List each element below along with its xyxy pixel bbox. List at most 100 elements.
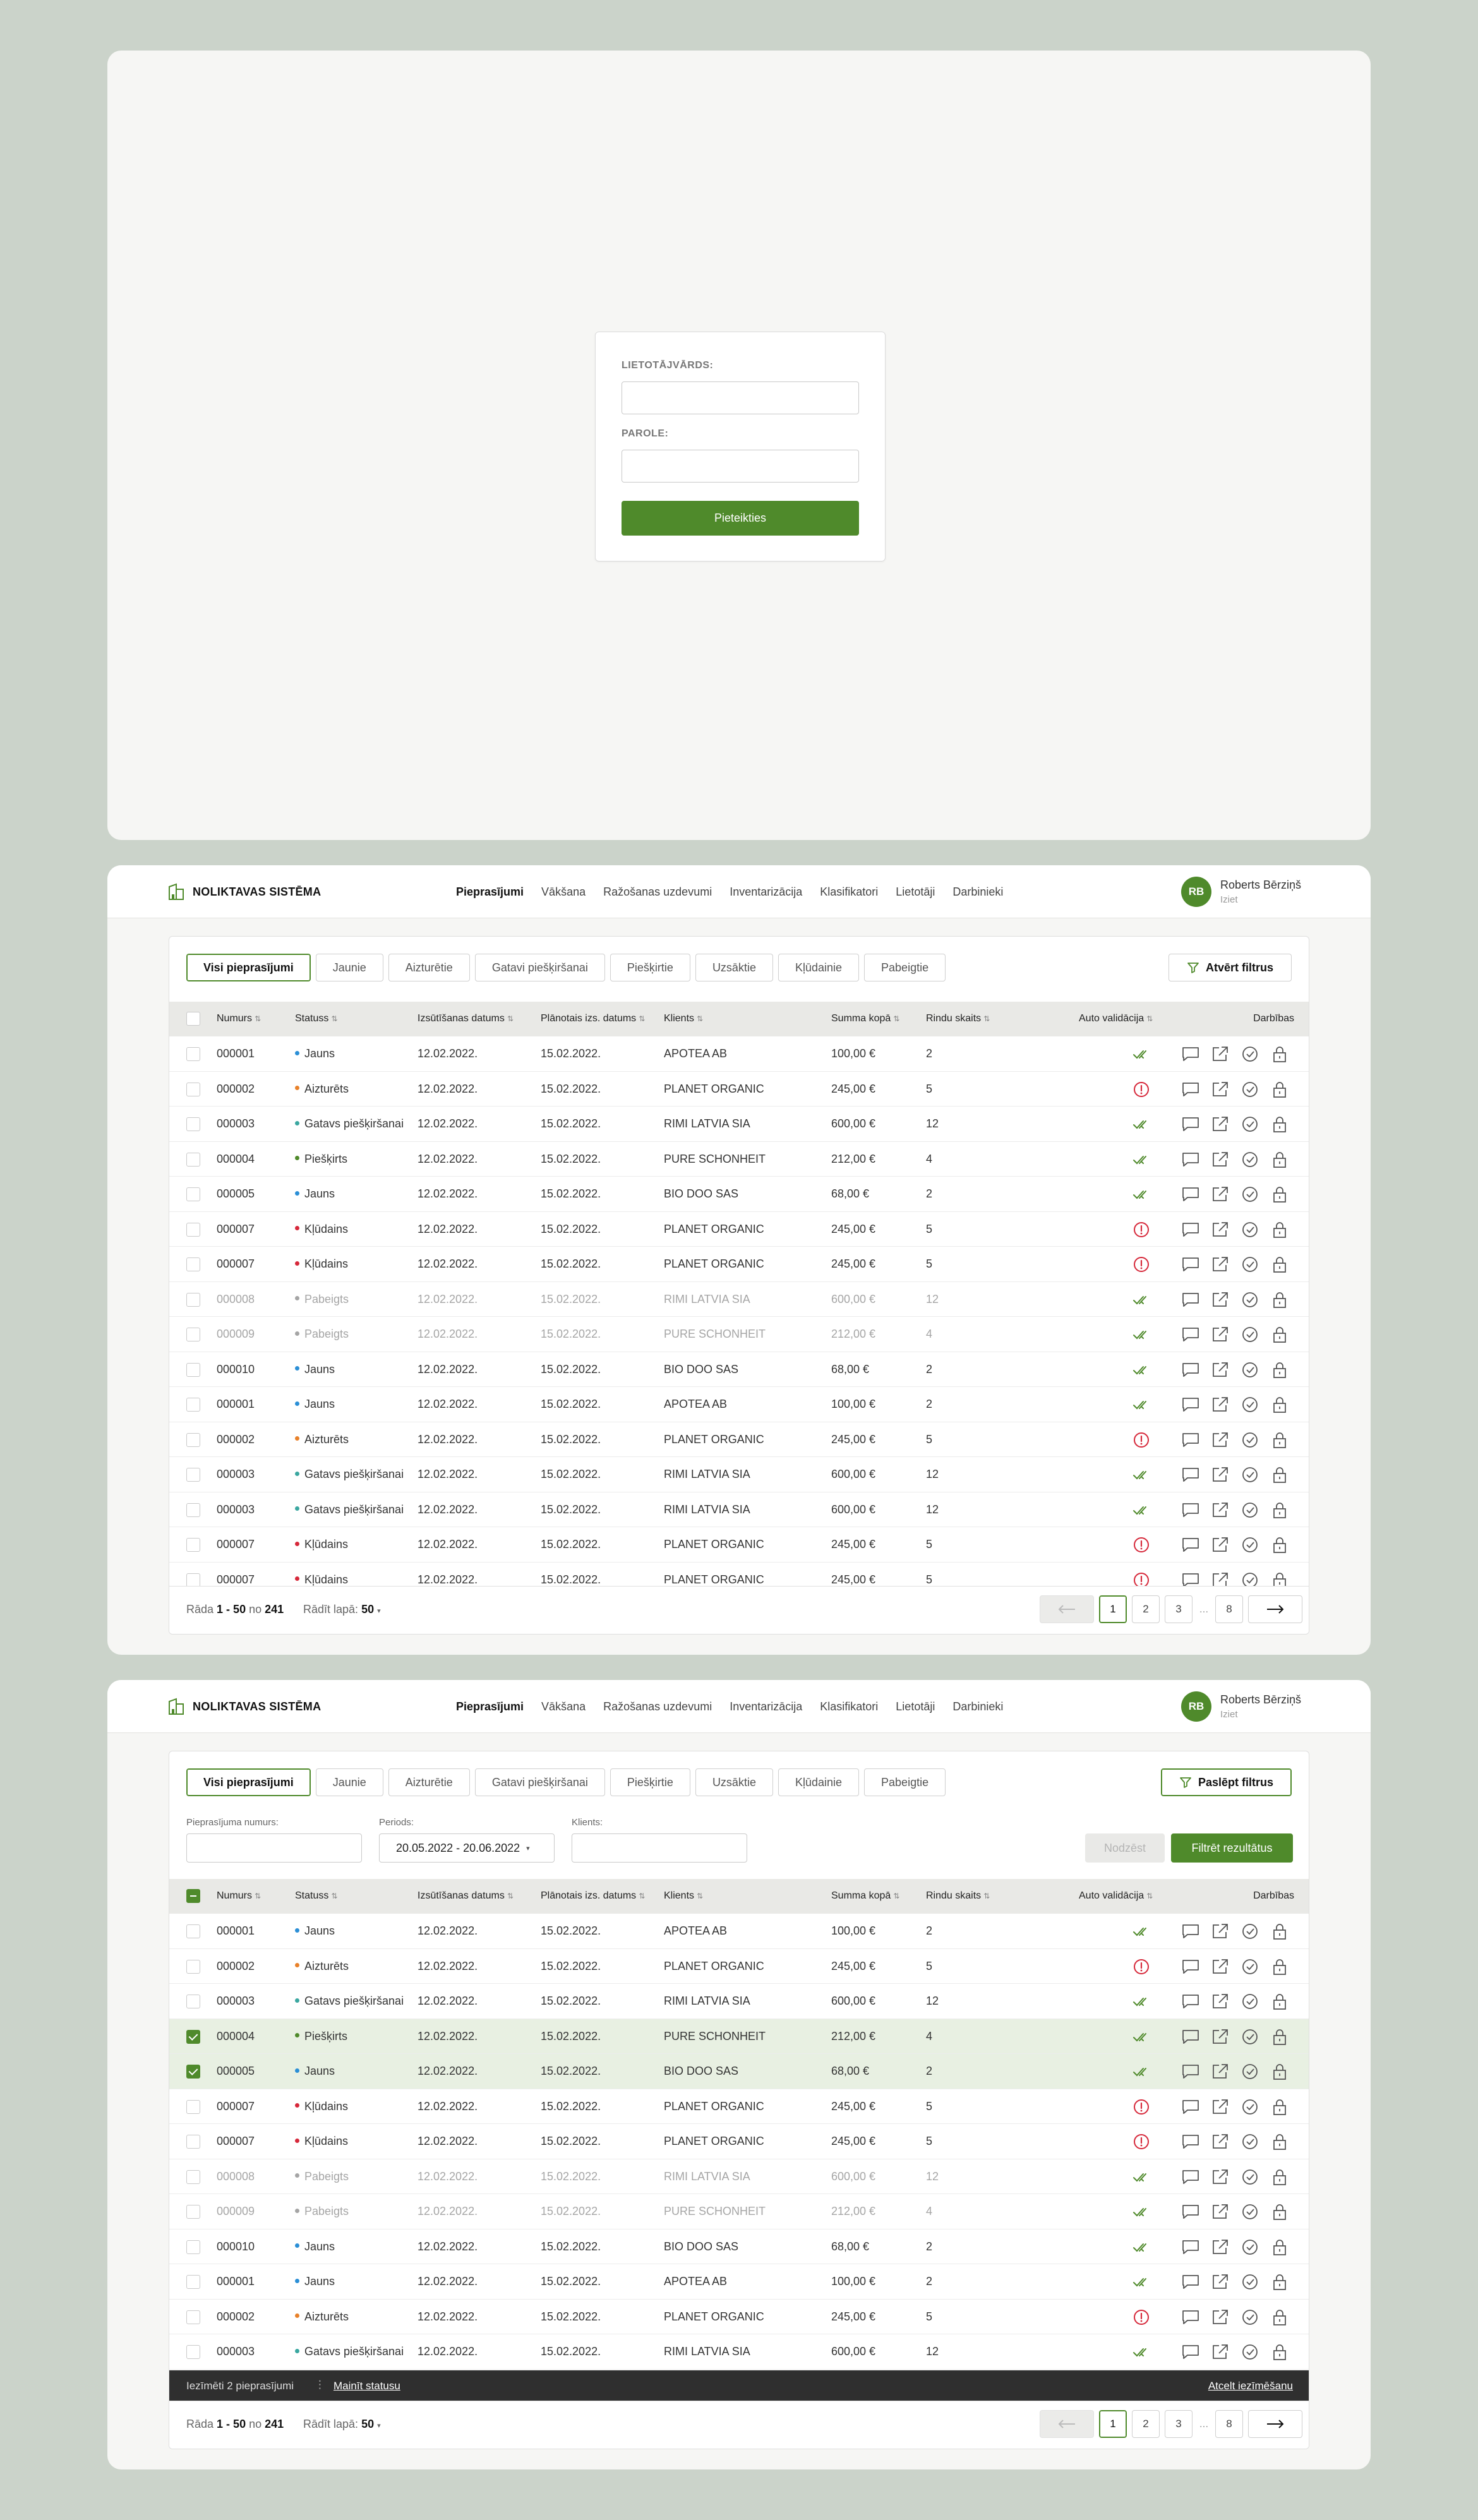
tab-kludainie[interactable]: Kļūdainie: [778, 954, 860, 981]
check-circle-icon[interactable]: [1241, 1151, 1259, 1168]
lock-icon[interactable]: [1270, 1923, 1289, 1940]
col-rindu-skaits-header[interactable]: Rindu skaits ⇅: [926, 1013, 990, 1024]
lock-icon[interactable]: [1270, 1185, 1289, 1203]
page-2[interactable]: 2: [1132, 1595, 1160, 1623]
tab-gatavi[interactable]: Gatavi piešķiršanai: [474, 1768, 605, 1796]
external-link-icon[interactable]: [1211, 1361, 1230, 1379]
login-button[interactable]: Pieteikties: [622, 501, 859, 536]
comment-icon[interactable]: [1181, 2028, 1200, 2046]
check-circle-icon[interactable]: [1241, 1185, 1259, 1203]
row-checkbox[interactable]: [186, 2275, 200, 2289]
lock-icon[interactable]: [1270, 2063, 1289, 2080]
comment-icon[interactable]: [1181, 1115, 1200, 1133]
table-row[interactable]: 000002 Aizturēts 12.02.2022. 15.02.2022. PLA…: [169, 2300, 1309, 2334]
tab-visi[interactable]: Visi pieprasījumi: [186, 1768, 311, 1796]
lock-icon[interactable]: [1270, 2273, 1289, 2291]
page-1[interactable]: 1: [1099, 1595, 1127, 1623]
table-row[interactable]: 000002 Aizturēts 12.02.2022. 15.02.2022. PLA…: [169, 1422, 1309, 1457]
external-link-icon[interactable]: [1211, 2168, 1230, 2186]
external-link-icon[interactable]: [1211, 1081, 1230, 1098]
col-planotais-datums-header[interactable]: Plānotais izs. datums ⇅: [541, 1890, 645, 1902]
lock-icon[interactable]: [1270, 1536, 1289, 1554]
open-filters-button[interactable]: Atvērt filtrus: [1168, 954, 1292, 981]
check-circle-icon[interactable]: [1241, 2098, 1259, 2116]
comment-icon[interactable]: [1181, 1431, 1200, 1449]
tab-pieskirtie[interactable]: Piešķirtie: [610, 1768, 690, 1796]
external-link-icon[interactable]: [1211, 1151, 1230, 1168]
table-row[interactable]: 000003 Gatavs piešķiršanai 12.02.2022. 15.0…: [169, 1492, 1309, 1527]
client-filter-input[interactable]: [572, 1833, 747, 1863]
row-checkbox[interactable]: [186, 1082, 200, 1096]
table-row[interactable]: 000007 Kļūdains 12.02.2022. 15.02.2022. PLAN…: [169, 1527, 1309, 1563]
tab-pieskirtie[interactable]: Piešķirtie: [610, 954, 690, 981]
external-link-icon[interactable]: [1211, 1501, 1230, 1519]
page-2[interactable]: 2: [1132, 2410, 1160, 2438]
row-checkbox[interactable]: [186, 1573, 200, 1587]
comment-icon[interactable]: [1181, 1291, 1200, 1309]
lock-icon[interactable]: [1270, 2238, 1289, 2256]
external-link-icon[interactable]: [1211, 1291, 1230, 1309]
check-circle-icon[interactable]: [1241, 1081, 1259, 1098]
lock-icon[interactable]: [1270, 2203, 1289, 2221]
table-row[interactable]: 000004 Piešķirts 12.02.2022. 15.02.2022. PUR…: [169, 2019, 1309, 2054]
lock-icon[interactable]: [1270, 2133, 1289, 2151]
apply-filters-button[interactable]: Filtrēt rezultātus: [1171, 1833, 1293, 1863]
per-page-select[interactable]: Rādīt lapā: 50 ▾: [303, 2418, 381, 2431]
row-checkbox[interactable]: [186, 1959, 200, 1974]
row-checkbox[interactable]: [186, 2240, 200, 2254]
table-row[interactable]: 000003 Gatavs piešķiršanai 12.02.2022. 15.0…: [169, 1107, 1309, 1142]
nav-item-darbinieki[interactable]: Darbinieki: [952, 1700, 1003, 1713]
check-circle-icon[interactable]: [1241, 2308, 1259, 2326]
col-statuss-header[interactable]: Statuss ⇅: [295, 1890, 337, 1902]
check-circle-icon[interactable]: [1241, 1993, 1259, 2010]
row-checkbox[interactable]: [186, 1257, 200, 1271]
avatar[interactable]: RB: [1181, 1691, 1211, 1722]
tab-aizturetie[interactable]: Aizturētie: [388, 954, 470, 981]
check-circle-icon[interactable]: [1241, 1923, 1259, 1940]
table-row[interactable]: 000007 Kļūdains 12.02.2022. 15.02.2022. PLAN…: [169, 2124, 1309, 2159]
lock-icon[interactable]: [1270, 2168, 1289, 2186]
comment-icon[interactable]: [1181, 1923, 1200, 1940]
check-circle-icon[interactable]: [1241, 1501, 1259, 1519]
nav-item-darbinieki[interactable]: Darbinieki: [952, 885, 1003, 899]
check-circle-icon[interactable]: [1241, 1326, 1259, 1343]
page-3[interactable]: 3: [1165, 2410, 1193, 2438]
external-link-icon[interactable]: [1211, 1221, 1230, 1239]
lock-icon[interactable]: [1270, 1045, 1289, 1063]
comment-icon[interactable]: [1181, 1396, 1200, 1413]
row-checkbox[interactable]: [186, 1995, 200, 2008]
check-circle-icon[interactable]: [1241, 2063, 1259, 2080]
external-link-icon[interactable]: [1211, 1396, 1230, 1413]
comment-icon[interactable]: [1181, 1958, 1200, 1976]
comment-icon[interactable]: [1181, 1256, 1200, 1273]
table-row[interactable]: 000001 Jauns 12.02.2022. 15.02.2022. APOTEA …: [169, 1387, 1309, 1422]
col-auto-validacija-header[interactable]: Auto validācija ⇅: [1079, 1013, 1153, 1024]
col-klients-header[interactable]: Klients ⇅: [664, 1013, 703, 1024]
check-circle-icon[interactable]: [1241, 1115, 1259, 1133]
comment-icon[interactable]: [1181, 1536, 1200, 1554]
lock-icon[interactable]: [1270, 1431, 1289, 1449]
row-checkbox[interactable]: [186, 2029, 200, 2044]
nav-item-klasifikatori[interactable]: Klasifikatori: [820, 1700, 878, 1713]
col-auto-validacija-header[interactable]: Auto validācija ⇅: [1079, 1890, 1153, 1902]
external-link-icon[interactable]: [1211, 1958, 1230, 1976]
external-link-icon[interactable]: [1211, 2063, 1230, 2080]
nav-item-vaksana[interactable]: Vākšana: [541, 1700, 586, 1713]
nav-item-razosanas-uzdevumi[interactable]: Ražošanas uzdevumi: [603, 885, 712, 899]
comment-icon[interactable]: [1181, 1221, 1200, 1239]
col-planotais-datums-header[interactable]: Plānotais izs. datums ⇅: [541, 1013, 645, 1024]
cancel-selection-link[interactable]: Atcelt iezīmēšanu: [1208, 2380, 1293, 2392]
nav-item-pieprasijumi[interactable]: Pieprasījumi: [456, 1700, 524, 1713]
page-8[interactable]: 8: [1215, 1595, 1243, 1623]
lock-icon[interactable]: [1270, 1466, 1289, 1484]
check-circle-icon[interactable]: [1241, 1958, 1259, 1976]
col-rindu-skaits-header[interactable]: Rindu skaits ⇅: [926, 1890, 990, 1902]
table-row[interactable]: 000009 Pabeigts 12.02.2022. 15.02.2022. PURE…: [169, 2194, 1309, 2229]
comment-icon[interactable]: [1181, 1045, 1200, 1063]
tab-jaunie[interactable]: Jaunie: [315, 954, 383, 981]
comment-icon[interactable]: [1181, 1081, 1200, 1098]
table-row[interactable]: 000002 Aizturēts 12.02.2022. 15.02.2022. PLA…: [169, 1949, 1309, 1984]
row-checkbox[interactable]: [186, 1047, 200, 1061]
lock-icon[interactable]: [1270, 1081, 1289, 1098]
table-row[interactable]: 000010 Jauns 12.02.2022. 15.02.2022. BIO DOO…: [169, 1352, 1309, 1387]
